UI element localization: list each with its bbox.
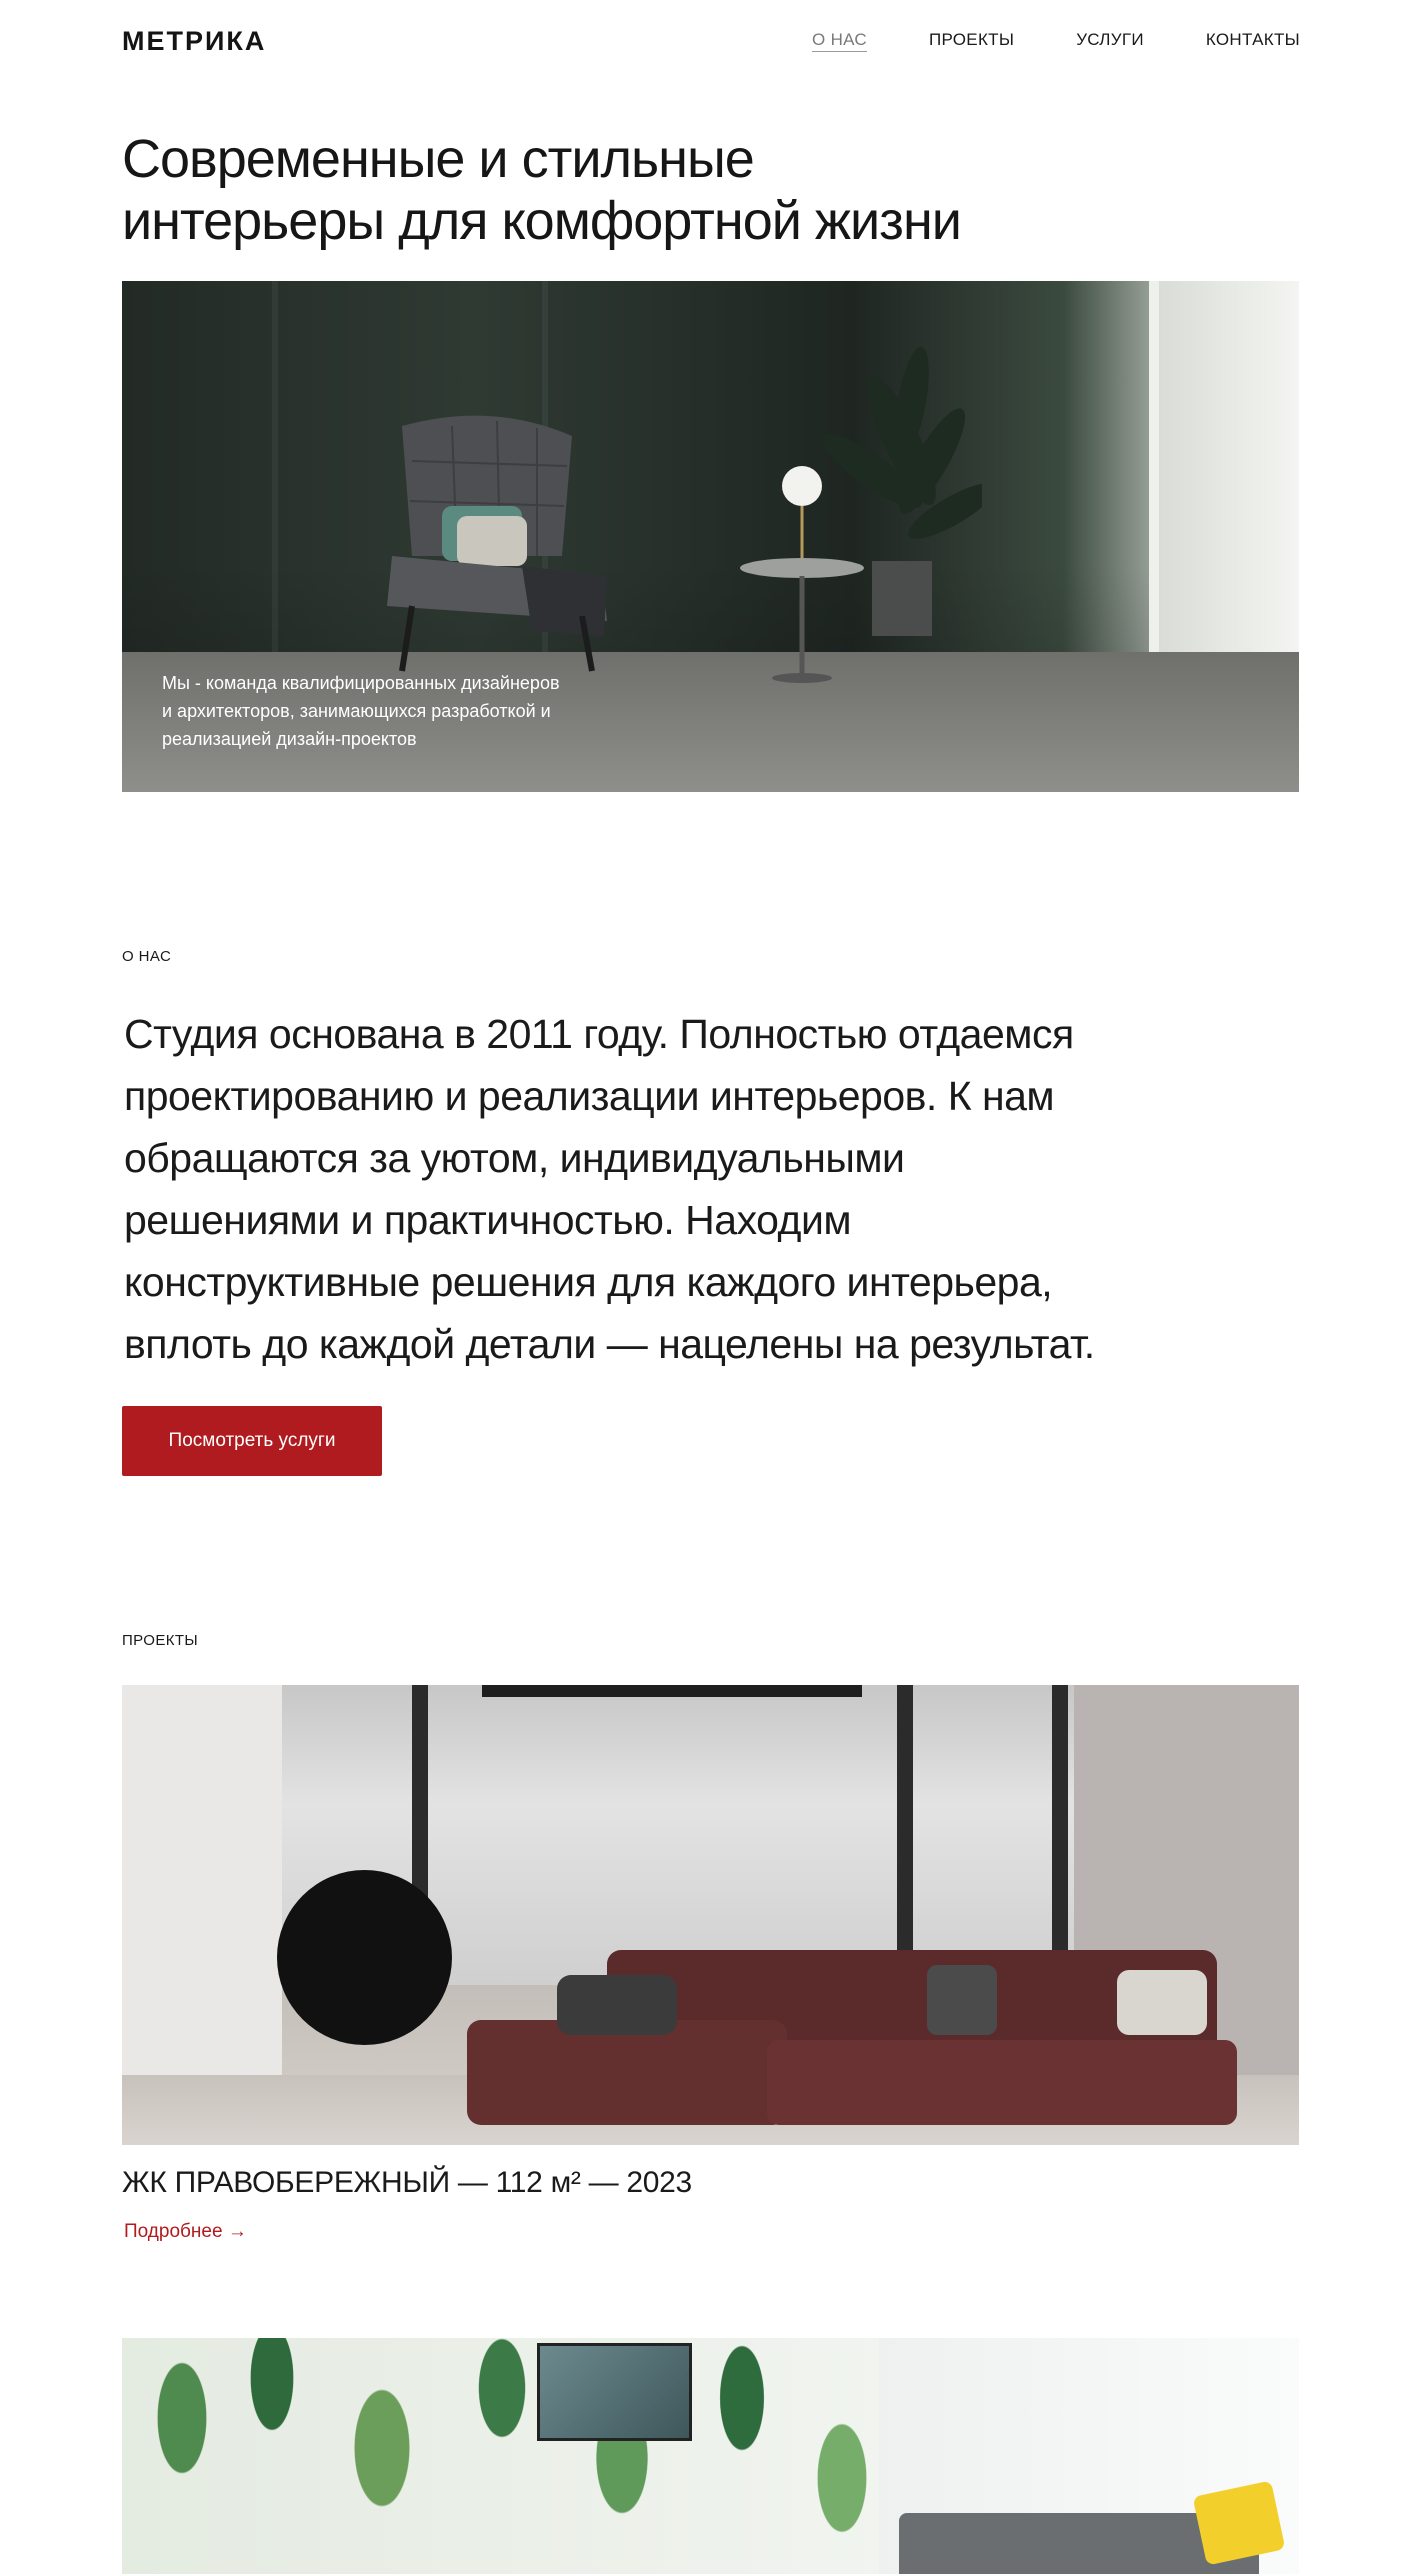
about-text-line: проектированию и реализации интерьеров. … [124, 1073, 1055, 1119]
about-section-label: О НАС [122, 948, 172, 965]
speaker-image [277, 1870, 452, 2045]
logo[interactable]: МЕТРИКА [122, 26, 266, 57]
tv-image [537, 2343, 692, 2441]
hero-caption-line: и архитекторов, занимающихся разработкой… [162, 701, 551, 721]
wall-panel [272, 281, 278, 662]
hero-caption-line: реализацией дизайн-проектов [162, 729, 417, 749]
ceiling-lamp [482, 1685, 862, 1697]
nav-link-projects[interactable]: ПРОЕКТЫ [929, 30, 1014, 50]
projects-section-label: ПРОЕКТЫ [122, 1632, 199, 1649]
about-text-line: конструктивные решения для каждого интер… [124, 1259, 1053, 1305]
hero-title-line: Современные и стильные [122, 129, 755, 189]
project-details-link[interactable]: Подробнее → [124, 2221, 247, 2243]
about-text-line: решениями и практичностью. Находим [124, 1197, 852, 1243]
about-text-line: обращаются за уютом, индивидуальными [124, 1135, 905, 1181]
main-nav: О НАС ПРОЕКТЫ УСЛУГИ КОНТАКТЫ [812, 30, 1300, 50]
project-image[interactable] [122, 1685, 1299, 2145]
project-image[interactable] [122, 2338, 1299, 2574]
tropical-wallpaper [122, 2338, 882, 2574]
hero-title: Современные и стильные интерьеры для ком… [122, 128, 1222, 252]
window-image [1149, 281, 1299, 661]
about-text: Студия основана в 2011 году. Полностью о… [124, 1003, 1244, 1375]
hero-caption-line: Мы - команда квалифицированных дизайнеро… [162, 673, 560, 693]
hero-title-line: интерьеры для комфортной жизни [122, 191, 962, 251]
sofa-image [467, 1950, 1237, 2125]
nav-link-about[interactable]: О НАС [812, 30, 867, 50]
project-title: ЖК ПРАВОБЕРЕЖНЫЙ — 112 м² — 2023 [122, 2166, 692, 2199]
side-table-lamp-image [740, 466, 864, 683]
about-text-line: вплоть до каждой детали — нацелены на ре… [124, 1321, 1095, 1367]
hero-caption: Мы - команда квалифицированных дизайнеро… [162, 669, 612, 753]
nav-link-services[interactable]: УСЛУГИ [1076, 30, 1144, 50]
about-text-line: Студия основана в 2011 году. Полностью о… [124, 1011, 1074, 1057]
nav-link-contacts[interactable]: КОНТАКТЫ [1206, 30, 1300, 50]
hero-image: Мы - команда квалифицированных дизайнеро… [122, 281, 1299, 792]
armchair-image [387, 415, 607, 672]
site-header: МЕТРИКА О НАС ПРОЕКТЫ УСЛУГИ КОНТАКТЫ [0, 0, 1422, 86]
view-services-button[interactable]: Посмотреть услуги [122, 1406, 382, 1476]
